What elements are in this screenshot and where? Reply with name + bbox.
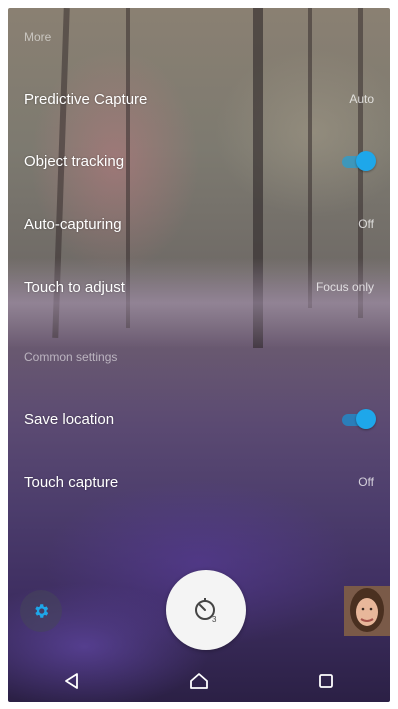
photo-thumbnail[interactable]	[344, 586, 390, 636]
navigation-bar	[8, 660, 390, 702]
setting-value: Off	[358, 217, 374, 231]
section-header-common-settings: Common settings	[24, 350, 118, 364]
self-timer-icon: 3	[195, 598, 217, 624]
setting-touch-capture[interactable]: Touch capture Off	[8, 451, 390, 513]
home-button[interactable]	[179, 661, 219, 701]
setting-predictive-capture[interactable]: Predictive Capture Auto	[8, 68, 390, 130]
back-triangle-icon	[64, 673, 78, 689]
portrait-image	[344, 586, 390, 636]
camera-viewfinder: More Predictive Capture Auto Object trac…	[8, 8, 390, 702]
setting-object-tracking[interactable]: Object tracking	[8, 130, 390, 192]
setting-auto-capturing[interactable]: Auto-capturing Off	[8, 193, 390, 255]
setting-touch-to-adjust[interactable]: Touch to adjust Focus only	[8, 256, 390, 318]
setting-save-location[interactable]: Save location	[8, 388, 390, 450]
setting-value: Focus only	[315, 280, 374, 294]
toggle-thumb	[356, 151, 376, 171]
home-icon	[190, 673, 208, 689]
gear-icon	[35, 604, 49, 618]
setting-label: Object tracking	[24, 152, 125, 170]
setting-label: Touch capture	[24, 473, 119, 491]
recents-square-icon	[319, 674, 334, 688]
toggle-thumb	[356, 409, 376, 429]
setting-label: Auto-capturing	[24, 215, 122, 233]
save-location-toggle[interactable]	[340, 409, 376, 429]
setting-value: Auto	[349, 92, 374, 106]
back-button[interactable]	[52, 661, 92, 701]
recents-button[interactable]	[306, 661, 346, 701]
setting-label: Touch to adjust	[24, 278, 125, 296]
setting-label: Predictive Capture	[24, 90, 148, 108]
setting-label: Save location	[24, 410, 115, 428]
svg-text:3: 3	[212, 615, 217, 624]
object-tracking-toggle[interactable]	[340, 151, 376, 171]
setting-value: Off	[358, 475, 374, 489]
settings-button[interactable]	[20, 590, 62, 632]
shutter-button[interactable]: 3	[166, 570, 246, 650]
section-header-more: More	[24, 30, 52, 44]
